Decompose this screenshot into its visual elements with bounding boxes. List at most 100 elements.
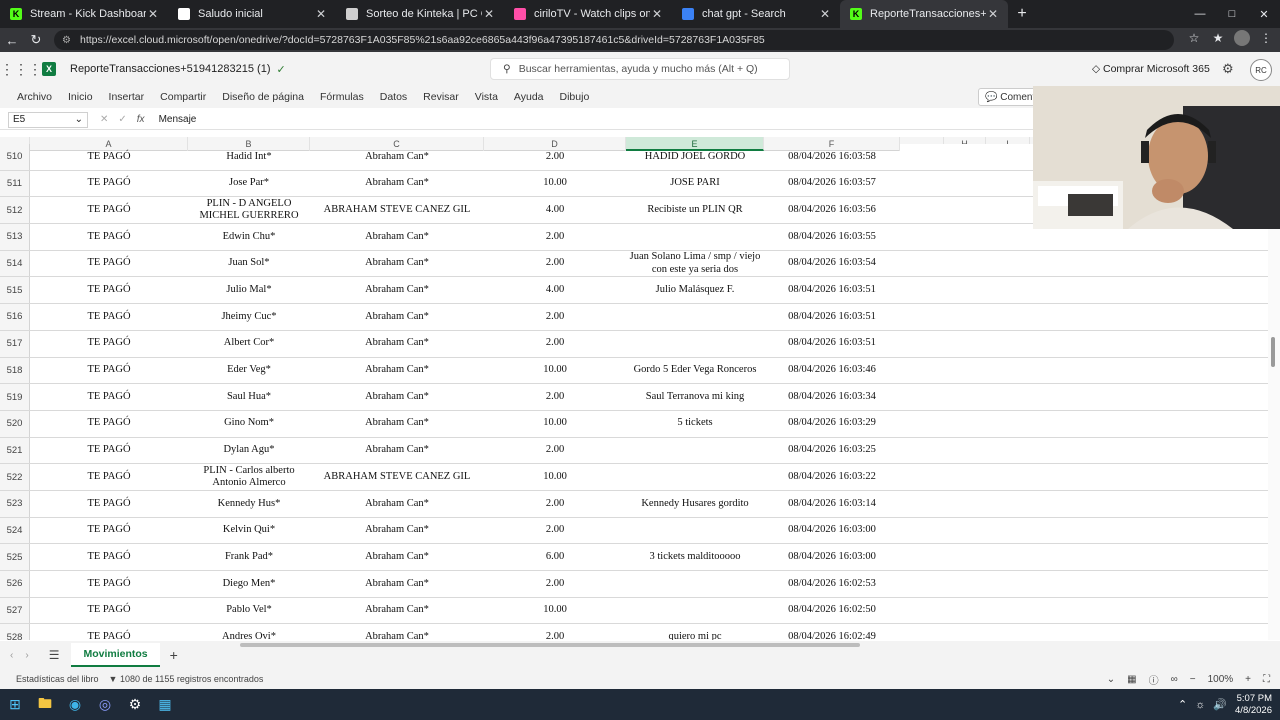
cell-c[interactable]: Abraham Can* [310,251,484,277]
cell-b[interactable]: Kelvin Qui* [188,518,310,544]
close-tab-icon[interactable]: ✕ [818,7,832,21]
cell-c[interactable]: ABRAHAM STEVE CANEZ GIL [310,464,484,490]
cell-b[interactable]: Hadid Int* [188,144,310,170]
cell-e[interactable]: Julio Malásquez F. [626,277,764,303]
row-number[interactable]: 523 [0,490,30,517]
cell-e[interactable] [626,331,764,357]
cell-f[interactable]: 08/04/2026 16:03:00 [764,544,900,570]
cell-f[interactable]: 08/04/2026 16:03:58 [764,144,900,170]
cell-f[interactable]: 08/04/2026 16:03:57 [764,171,900,197]
cell-b[interactable]: Kennedy Hus* [188,491,310,517]
empty-cells[interactable] [900,277,1272,304]
cell-d[interactable]: 2.00 [484,438,626,464]
empty-cells[interactable] [900,304,1272,330]
cell-b[interactable]: Jheimy Cuc* [188,304,310,330]
settings-gear-icon[interactable]: ⚙ [1222,61,1234,77]
minimize-icon[interactable]: — [1184,0,1216,28]
all-sheets-icon[interactable]: ☰ [49,648,60,662]
row-number[interactable]: 516 [0,304,30,330]
ribbon-tab[interactable]: Compartir [160,91,206,103]
cell-f[interactable]: 08/04/2026 16:03:00 [764,518,900,544]
cell-a[interactable]: TE PAGÓ [30,598,188,624]
cell-d[interactable]: 2.00 [484,571,626,597]
obs-icon[interactable]: ⚙ [120,689,150,720]
row-number[interactable]: 511 [0,170,30,197]
cell-e[interactable] [626,598,764,624]
cell-a[interactable]: TE PAGÓ [30,384,188,410]
cell-f[interactable]: 08/04/2026 16:03:54 [764,251,900,277]
cell-e[interactable]: 3 tickets malditooooo [626,544,764,570]
browser-tab[interactable]: ciriloTV - Watch clips on Kick✕ [504,0,672,28]
empty-cells[interactable] [900,544,1272,570]
empty-cells[interactable] [900,624,1272,640]
windows-start-icon[interactable]: ⊞ [0,689,30,720]
cell-f[interactable]: 08/04/2026 16:03:46 [764,358,900,384]
bookmark-star-icon[interactable]: ☆ [1186,30,1202,46]
cell-c[interactable]: Abraham Can* [310,277,484,303]
cell-e[interactable] [626,518,764,544]
formula-input[interactable]: Mensaje [159,114,197,125]
empty-cells[interactable] [900,490,1272,517]
horizontal-scrollbar[interactable] [240,643,860,647]
url-bar[interactable]: ⚙ https://excel.cloud.microsoft/open/one… [54,30,1174,50]
cell-e[interactable] [626,304,764,330]
zoom-in-icon[interactable]: + [1245,674,1251,685]
close-window-icon[interactable]: ✕ [1248,0,1280,28]
cancel-entry-icon[interactable]: ✕ [100,114,108,125]
close-tab-icon[interactable]: ✕ [314,7,328,21]
cell-f[interactable]: 08/04/2026 16:02:50 [764,598,900,624]
cell-a[interactable]: TE PAGÓ [30,197,188,223]
row-number[interactable]: 525 [0,544,30,570]
ribbon-tab[interactable]: Insertar [109,91,145,103]
table-row[interactable]: 514 TE PAGÓ Juan Sol* Abraham Can* 2.00 Juan … [0,250,1272,278]
cell-d[interactable]: 4.00 [484,197,626,223]
site-info-icon[interactable]: ⚙ [62,35,74,46]
workbook-statistics[interactable]: Estadísticas del libro [16,674,99,684]
cell-c[interactable]: Abraham Can* [310,624,484,640]
cell-d[interactable]: 2.00 [484,518,626,544]
empty-cells[interactable] [900,571,1272,597]
cell-d[interactable]: 10.00 [484,171,626,197]
table-row[interactable]: 528 TE PAGÓ Andres Ovi* Abraham Can* 2.00 qui… [0,624,1272,640]
empty-cells[interactable] [900,384,1272,410]
cell-b[interactable]: Edwin Chu* [188,224,310,250]
browser-tab[interactable]: K Stream - Kick Dashboard ✕ [0,0,168,28]
back-icon[interactable]: ← [0,33,24,48]
cell-b[interactable]: Albert Cor* [188,331,310,357]
cell-d[interactable]: 10.00 [484,411,626,437]
sheet-tab-movimientos[interactable]: Movimientos [71,643,160,667]
search-box[interactable]: ⚲ Buscar herramientas, ayuda y mucho más… [490,58,790,80]
cell-a[interactable]: TE PAGÓ [30,144,188,170]
cell-c[interactable]: Abraham Can* [310,384,484,410]
table-row[interactable]: 521 TE PAGÓ Dylan Agu* Abraham Can* 2.00 08/0… [0,437,1272,465]
cell-a[interactable]: TE PAGÓ [30,571,188,597]
cell-a[interactable]: TE PAGÓ [30,544,188,570]
table-row[interactable]: 522 TE PAGÓ PLIN - Carlos alberto Antonio … [0,464,1272,491]
cell-e[interactable]: HADID JOEL GORDO [626,144,764,170]
app-icon[interactable]: ▦ [150,689,180,720]
cell-e[interactable]: Kennedy Husares gordito [626,491,764,517]
cell-e[interactable]: Juan Solano Lima / smp / viejo con este … [626,251,764,277]
cell-c[interactable]: Abraham Can* [310,304,484,330]
fullscreen-icon[interactable]: ⛶ [1263,674,1270,685]
cell-e[interactable]: 5 tickets [626,411,764,437]
browser-tab[interactable]: Sorteo de Kinteka | PC Gamer✕ [336,0,504,28]
empty-cells[interactable] [900,330,1272,357]
cell-f[interactable]: 08/04/2026 16:03:55 [764,224,900,250]
cell-b[interactable]: Jose Par* [188,171,310,197]
cell-b[interactable]: Frank Pad* [188,544,310,570]
cell-b[interactable]: PLIN - D ANGELO MICHEL GUERRERO [188,197,310,223]
volume-icon[interactable]: 🔊 [1213,698,1227,711]
browser-menu-icon[interactable]: ⋮ [1258,30,1274,46]
cell-a[interactable]: TE PAGÓ [30,304,188,330]
row-number[interactable]: 510 [0,144,30,170]
cell-a[interactable]: TE PAGÓ [30,277,188,303]
table-row[interactable]: 519 TE PAGÓ Saul Hua* Abraham Can* 2.00 Saul … [0,384,1272,411]
cell-e[interactable]: Recibiste un PLIN QR [626,197,764,223]
cell-b[interactable]: Gino Nom* [188,411,310,437]
cell-b[interactable]: Eder Veg* [188,358,310,384]
maximize-icon[interactable]: □ [1216,0,1248,28]
ribbon-tab[interactable]: Datos [380,91,407,103]
cell-f[interactable]: 08/04/2026 16:03:14 [764,491,900,517]
row-number[interactable]: 527 [0,597,30,624]
